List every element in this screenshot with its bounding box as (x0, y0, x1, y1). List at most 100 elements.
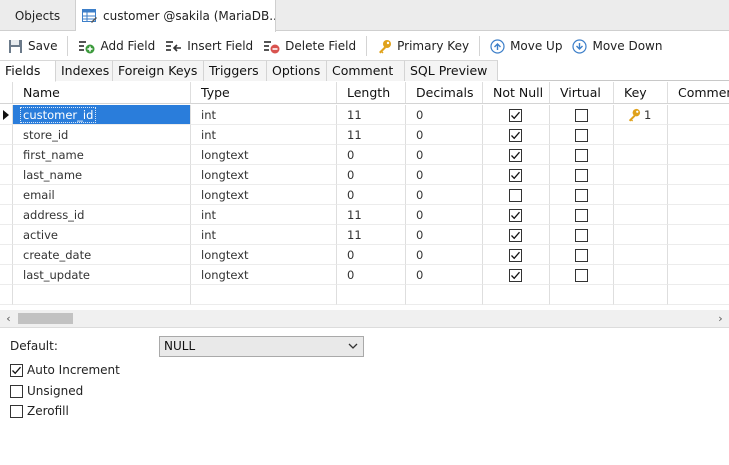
column-header-type[interactable]: Type (191, 82, 337, 103)
not-null-checkbox[interactable] (509, 169, 522, 182)
field-name-cell[interactable]: email (13, 185, 191, 205)
field-decimals-cell[interactable]: 0 (406, 125, 483, 145)
column-header-name[interactable]: Name (13, 82, 191, 103)
field-type-cell[interactable]: longtext (191, 165, 337, 185)
unsigned-box[interactable] (10, 384, 23, 398)
field-type-cell[interactable]: int (191, 225, 337, 245)
not-null-cell[interactable] (483, 265, 550, 285)
tab-sql-preview[interactable]: SQL Preview (405, 60, 498, 81)
field-length-cell[interactable]: 0 (337, 165, 406, 185)
key-cell[interactable] (614, 165, 668, 185)
virtual-checkbox[interactable] (575, 229, 588, 242)
tab-triggers[interactable]: Triggers (204, 60, 267, 81)
key-cell[interactable] (614, 185, 668, 205)
not-null-checkbox[interactable] (509, 189, 522, 202)
column-header-key[interactable]: Key (614, 82, 668, 103)
field-type-cell[interactable]: int (191, 105, 337, 125)
key-cell[interactable] (614, 205, 668, 225)
horizontal-scrollbar[interactable]: ‹ › (0, 310, 729, 327)
field-decimals-cell[interactable]: 0 (406, 245, 483, 265)
virtual-checkbox[interactable] (575, 189, 588, 202)
virtual-cell[interactable] (550, 185, 614, 205)
field-decimals-cell[interactable]: 0 (406, 265, 483, 285)
table-row[interactable]: customer_id int 11 0 1 (0, 105, 729, 125)
key-cell[interactable] (614, 245, 668, 265)
key-cell[interactable] (614, 225, 668, 245)
insert-field-button[interactable]: Insert Field (165, 35, 253, 57)
move-down-button[interactable]: Move Down (572, 35, 662, 57)
virtual-cell[interactable] (550, 125, 614, 145)
comment-cell[interactable] (668, 225, 729, 245)
field-decimals-cell[interactable]: 0 (406, 105, 483, 125)
tab-customer-table[interactable]: customer @sakila (MariaDB... (76, 0, 276, 32)
not-null-cell[interactable] (483, 145, 550, 165)
table-row[interactable]: active int 11 0 (0, 225, 729, 245)
not-null-cell[interactable] (483, 165, 550, 185)
field-length-cell[interactable]: 11 (337, 105, 406, 125)
auto-increment-checkbox[interactable]: Auto Increment (10, 362, 120, 378)
save-button[interactable]: Save (8, 35, 57, 57)
field-decimals-cell[interactable]: 0 (406, 185, 483, 205)
row-indicator[interactable] (0, 145, 13, 165)
scroll-left-icon[interactable]: ‹ (0, 310, 17, 327)
table-row[interactable]: last_update longtext 0 0 (0, 265, 729, 285)
scroll-right-icon[interactable]: › (712, 310, 729, 327)
field-length-cell[interactable]: 11 (337, 125, 406, 145)
not-null-cell[interactable] (483, 125, 550, 145)
field-decimals-cell[interactable]: 0 (406, 225, 483, 245)
field-length-cell[interactable]: 0 (337, 185, 406, 205)
not-null-cell[interactable] (483, 185, 550, 205)
not-null-checkbox[interactable] (509, 249, 522, 262)
key-cell[interactable] (614, 265, 668, 285)
row-indicator[interactable] (0, 205, 13, 225)
field-name-cell[interactable]: last_update (13, 265, 191, 285)
key-cell[interactable] (614, 145, 668, 165)
row-indicator[interactable] (0, 245, 13, 265)
row-indicator[interactable] (0, 225, 13, 245)
field-length-cell[interactable]: 0 (337, 245, 406, 265)
field-name-cell[interactable]: store_id (13, 125, 191, 145)
comment-cell[interactable] (668, 205, 729, 225)
delete-field-button[interactable]: Delete Field (263, 35, 356, 57)
tab-fields[interactable]: Fields (0, 60, 56, 82)
key-cell[interactable] (614, 125, 668, 145)
column-header-length[interactable]: Length (337, 82, 406, 103)
virtual-cell[interactable] (550, 245, 614, 265)
field-name-cell[interactable]: create_date (13, 245, 191, 265)
column-header-comment[interactable]: Comment (668, 82, 729, 103)
field-name-cell[interactable]: address_id (13, 205, 191, 225)
field-type-cell[interactable]: longtext (191, 185, 337, 205)
table-row[interactable]: email longtext 0 0 (0, 185, 729, 205)
column-header-decimals[interactable]: Decimals (406, 82, 483, 103)
zerofill-checkbox[interactable]: Zerofill (10, 403, 69, 419)
virtual-cell[interactable] (550, 265, 614, 285)
field-type-cell[interactable]: int (191, 205, 337, 225)
empty-row[interactable] (0, 285, 729, 305)
row-indicator[interactable] (0, 125, 13, 145)
field-name-cell[interactable]: first_name (13, 145, 191, 165)
key-cell[interactable]: 1 (614, 105, 668, 125)
virtual-checkbox[interactable] (575, 149, 588, 162)
comment-cell[interactable] (668, 245, 729, 265)
virtual-cell[interactable] (550, 165, 614, 185)
virtual-checkbox[interactable] (575, 169, 588, 182)
field-decimals-cell[interactable]: 0 (406, 205, 483, 225)
tab-comment[interactable]: Comment (327, 60, 405, 81)
field-length-cell[interactable]: 11 (337, 205, 406, 225)
row-indicator[interactable] (0, 265, 13, 285)
table-row[interactable]: store_id int 11 0 (0, 125, 729, 145)
not-null-checkbox[interactable] (509, 129, 522, 142)
virtual-cell[interactable] (550, 225, 614, 245)
table-row[interactable]: create_date longtext 0 0 (0, 245, 729, 265)
comment-cell[interactable] (668, 105, 729, 125)
field-decimals-cell[interactable]: 0 (406, 165, 483, 185)
table-row[interactable]: address_id int 11 0 (0, 205, 729, 225)
tab-options[interactable]: Options (267, 60, 327, 81)
column-header-not-null[interactable]: Not Null (483, 82, 550, 103)
virtual-cell[interactable] (550, 145, 614, 165)
not-null-checkbox[interactable] (509, 269, 522, 282)
field-type-cell[interactable]: longtext (191, 145, 337, 165)
field-type-cell[interactable]: longtext (191, 245, 337, 265)
comment-cell[interactable] (668, 165, 729, 185)
add-field-button[interactable]: Add Field (78, 35, 155, 57)
